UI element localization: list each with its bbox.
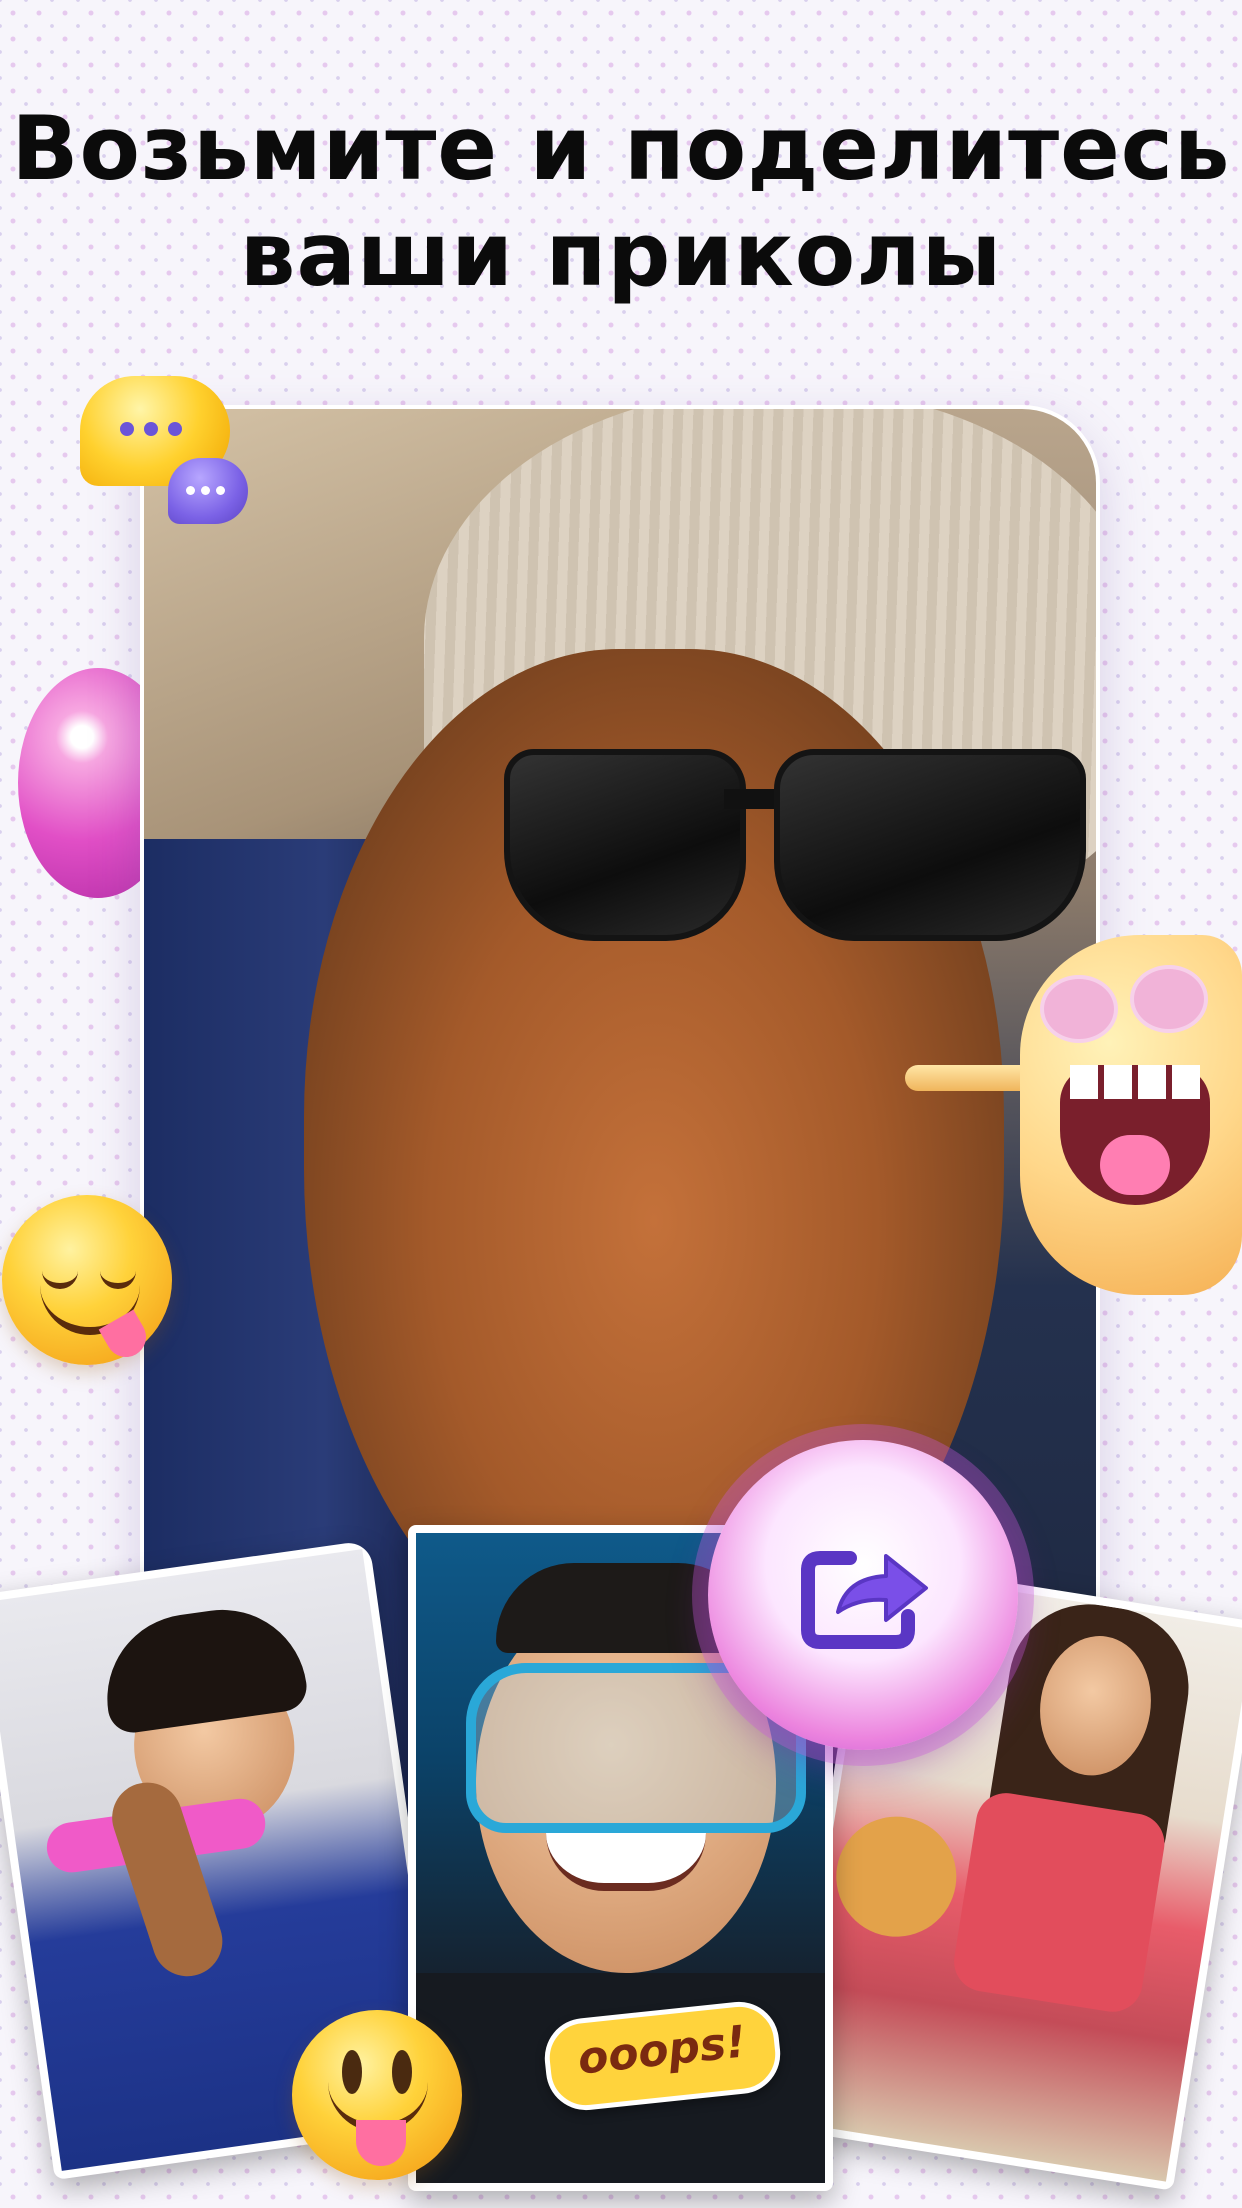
monster-sticker-icon — [1020, 935, 1242, 1295]
yum-emoji-icon — [2, 1195, 172, 1365]
headline: Возьмите и поделитесь ваши приколы — [0, 96, 1242, 308]
share-button[interactable] — [708, 1440, 1018, 1750]
chat-bubbles-icon — [80, 376, 250, 536]
tongue-out-emoji-icon — [292, 2010, 462, 2180]
headline-line-1: Возьмите и поделитесь — [11, 97, 1231, 200]
sunglasses — [504, 749, 1086, 949]
headline-line-2: ваши приколы — [239, 203, 1003, 306]
share-icon — [801, 1551, 928, 1649]
